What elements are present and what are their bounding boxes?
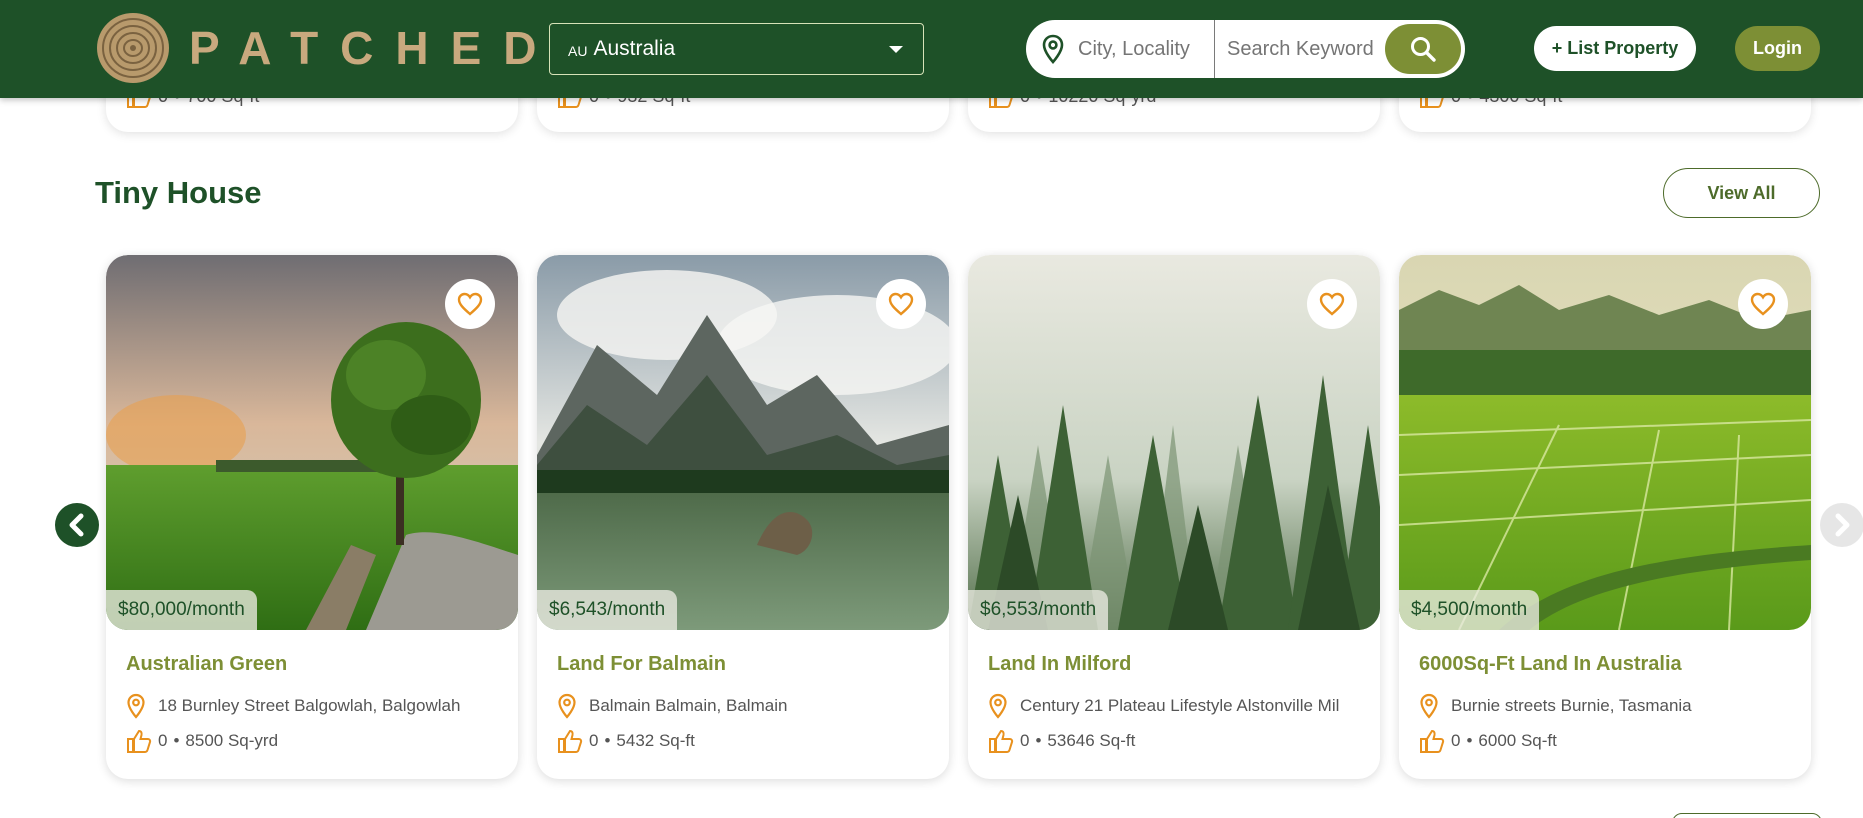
site-logo[interactable]: PATCHED — [95, 10, 559, 86]
property-card[interactable]: $6,543/month Land For Balmain Balmain Ba… — [537, 255, 949, 779]
favorite-button[interactable] — [445, 279, 495, 329]
property-address: Burnie streets Burnie, Tasmania — [1419, 693, 1799, 719]
search-button[interactable] — [1385, 24, 1461, 74]
map-pin-icon — [558, 693, 576, 719]
map-pin-icon — [1420, 693, 1438, 719]
price-tag: $6,553/month — [968, 590, 1109, 630]
country-name: Australia — [593, 37, 676, 60]
property-title[interactable]: Australian Green — [126, 653, 287, 676]
section-title: Tiny House — [95, 175, 262, 210]
heart-icon — [1319, 292, 1345, 316]
likes-count: 0 — [158, 731, 168, 750]
card-meta: 0 • 5432 Sq-ft — [557, 729, 695, 753]
carousel-prev-button[interactable] — [55, 503, 99, 547]
site-header: PATCHED AU Australia + List Property Log… — [0, 0, 1863, 98]
search-bar — [1026, 20, 1465, 78]
thumbs-up-icon — [558, 729, 583, 753]
property-card[interactable]: $6,553/month Land In Milford Century 21 … — [968, 255, 1380, 779]
property-address: 18 Burnley Street Balgowlah, Balgowlah — [126, 693, 506, 719]
logo-wordmark: PATCHED — [189, 22, 559, 74]
country-code: AU — [568, 43, 588, 59]
price-tag: $4,500/month — [1399, 590, 1540, 630]
price-tag: $6,543/month — [537, 590, 678, 630]
land-size: 6000 Sq-ft — [1478, 731, 1557, 750]
land-size: 53646 Sq-ft — [1047, 731, 1136, 750]
property-image[interactable]: $6,553/month — [968, 255, 1380, 630]
map-pin-icon — [1042, 34, 1064, 64]
likes-count: 0 — [1020, 731, 1030, 750]
chevron-right-icon — [1835, 513, 1850, 537]
property-image[interactable]: $4,500/month — [1399, 255, 1811, 630]
heart-icon — [457, 292, 483, 316]
card-meta: 0 • 6000 Sq-ft — [1419, 729, 1557, 753]
map-pin-icon — [127, 693, 145, 719]
likes-count: 0 — [589, 731, 599, 750]
search-keyword-input[interactable] — [1227, 37, 1397, 61]
property-image[interactable]: $80,000/month — [106, 255, 518, 630]
heart-icon — [1750, 292, 1776, 316]
map-pin-icon — [989, 693, 1007, 719]
thumbs-up-icon — [989, 729, 1014, 753]
price-tag: $80,000/month — [106, 590, 257, 630]
property-title[interactable]: Land For Balmain — [557, 653, 726, 676]
country-select[interactable]: AU Australia — [549, 23, 924, 75]
thumbs-up-icon — [1420, 729, 1445, 753]
chevron-left-icon — [69, 513, 84, 537]
chevron-down-icon — [889, 46, 903, 53]
city-locality-input[interactable] — [1078, 37, 1208, 61]
carousel-next-button[interactable] — [1820, 503, 1863, 547]
land-size: 5432 Sq-ft — [616, 731, 695, 750]
search-icon — [1411, 37, 1436, 62]
favorite-button[interactable] — [876, 279, 926, 329]
login-button[interactable]: Login — [1735, 26, 1820, 71]
property-title[interactable]: 6000Sq-Ft Land In Australia — [1419, 653, 1682, 676]
favorite-button[interactable] — [1307, 279, 1357, 329]
list-property-button[interactable]: + List Property — [1534, 26, 1696, 71]
tree-ring-logo-icon — [97, 13, 169, 83]
favorite-button[interactable] — [1738, 279, 1788, 329]
thumbs-up-icon — [127, 729, 152, 753]
property-card[interactable]: $4,500/month 6000Sq-Ft Land In Australia… — [1399, 255, 1811, 779]
address-text: Century 21 Plateau Lifestyle Alstonville… — [1020, 696, 1340, 715]
property-image[interactable]: $6,543/month — [537, 255, 949, 630]
property-address: Century 21 Plateau Lifestyle Alstonville… — [988, 693, 1368, 719]
address-text: Burnie streets Burnie, Tasmania — [1451, 696, 1692, 715]
address-text: Balmain Balmain, Balmain — [589, 696, 788, 715]
view-all-button[interactable]: View All — [1663, 168, 1820, 218]
likes-count: 0 — [1451, 731, 1461, 750]
property-address: Balmain Balmain, Balmain — [557, 693, 937, 719]
card-meta: 0 • 8500 Sq-yrd — [126, 729, 278, 753]
address-text: 18 Burnley Street Balgowlah, Balgowlah — [158, 696, 461, 715]
heart-icon — [888, 292, 914, 316]
property-card[interactable]: $80,000/month Australian Green 18 Burnle… — [106, 255, 518, 779]
land-size: 8500 Sq-yrd — [185, 731, 279, 750]
card-meta: 0 • 53646 Sq-ft — [988, 729, 1135, 753]
next-section-button-edge[interactable] — [1672, 813, 1822, 818]
search-divider — [1214, 20, 1215, 78]
property-title[interactable]: Land In Milford — [988, 653, 1131, 676]
